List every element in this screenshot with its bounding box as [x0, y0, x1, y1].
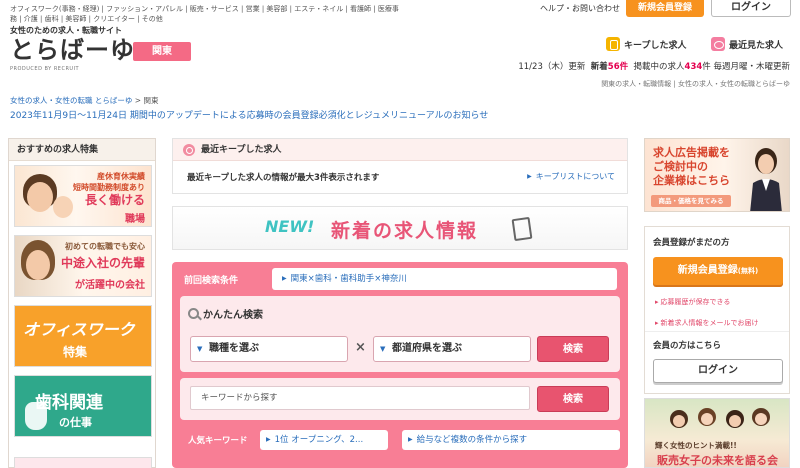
eye-icon	[711, 37, 725, 51]
member-register-box: 会員登録がまだの方 新規会員登録(無料) 応募履歴が保存できる 新着求人情報をメ…	[644, 226, 790, 394]
site-tagline: 女性のための求人・転職サイト	[10, 26, 122, 35]
women-group-image	[670, 408, 770, 428]
memo-icon	[511, 216, 533, 242]
popular-keywords-row: 人気キーワード 1位 オープニング、2... 給与など複数の条件から探す	[180, 428, 620, 452]
popular-keywords-label: 人気キーワード	[188, 436, 248, 446]
recent-kept-text: 最近キープした求人の情報が最大3件表示されます	[187, 173, 380, 183]
logo-subtitle: PRODUCED BY RECRUIT	[10, 66, 80, 72]
sales-women-title: 販売女子の未来を語る会	[657, 454, 778, 467]
keyword-input[interactable]: キーワードから探す	[190, 386, 530, 410]
keep-icon	[606, 37, 620, 51]
new-jobs-banner[interactable]: NEW! 新着の求人情報	[172, 206, 628, 250]
advertiser-price-button: 商品・価格を見てみる	[651, 195, 731, 207]
login-button-top[interactable]: ログイン	[711, 0, 791, 17]
new-count: 56件	[607, 62, 629, 72]
new-jobs-title: 新着の求人情報	[331, 220, 479, 242]
popular-keyword-1[interactable]: 1位 オープニング、2...	[260, 430, 388, 450]
register-button[interactable]: 新規会員登録(無料)	[653, 257, 783, 285]
recent-kept-header: 最近キープした求人	[173, 139, 627, 161]
notice-link[interactable]: 2023年11月9日〜11月24日 期間中のアップデートによる応募時の会員登録必…	[10, 108, 488, 121]
search-panel: 前回検索条件 関東×歯科・歯科助手×神奈川 かんたん検索 職種を選ぶ × 都道府…	[172, 262, 628, 468]
header-meta: 関東の求人・転職情報 | 女性の求人・女性の転職とらばーゆ	[601, 80, 790, 88]
update-info: 11/23（木）更新 新着56件 掲載中の求人434件 毎週月曜・木曜更新	[518, 60, 790, 72]
keyword-search-button[interactable]: 検索	[537, 386, 609, 412]
woman-face	[26, 250, 50, 280]
new-label: 新着	[590, 62, 608, 72]
easy-search-box: かんたん検索 職種を選ぶ × 都道府県を選ぶ 検索	[180, 296, 620, 372]
banner-office-title: オフィスワーク	[23, 320, 135, 339]
region-badge[interactable]: 関東	[133, 42, 191, 61]
listed-count: 434	[684, 62, 703, 72]
listed-suffix: 件 毎週月曜・木曜更新	[702, 62, 790, 72]
kept-jobs-link[interactable]: キープした求人	[606, 37, 686, 51]
banner-mid-career[interactable]: 初めての転職でも安心 中途入社の先輩 が活躍中の会社	[14, 235, 152, 297]
banner-text-2: 中途入社の先輩	[60, 256, 145, 270]
advertiser-banner[interactable]: 求人広告掲載を ご検討中の 企業様はこちら 商品・価格を見てみる	[644, 138, 790, 212]
register-free-label: (無料)	[737, 267, 759, 275]
keyword-search-box: キーワードから探す 検索	[180, 378, 620, 420]
woman-face	[27, 182, 53, 212]
breadcrumb-sep: >	[134, 96, 142, 105]
featured-title: おすすめの求人特集	[9, 139, 155, 161]
banner-long-term[interactable]: 産休育休実績 短時間勤務制度あり 長く働ける 職場	[14, 165, 152, 227]
times-mark: ×	[355, 340, 366, 355]
sales-women-small: 輝く女性のヒント満載!!	[655, 441, 737, 450]
magnifier-icon	[188, 308, 199, 319]
recent-jobs-link[interactable]: 最近見た求人	[711, 37, 783, 51]
search-button[interactable]: 検索	[537, 336, 609, 362]
keep-list-link[interactable]: キープリストについて	[527, 171, 615, 182]
breadcrumb-home[interactable]: 女性の求人・女性の転職 とらばーゆ	[10, 96, 132, 105]
update-date: 11/23（木）更新	[518, 62, 586, 72]
featured-jobs-panel: おすすめの求人特集 産休育休実績 短時間勤務制度あり 長く働ける 職場 初めての…	[8, 138, 156, 468]
register-button-top[interactable]: 新規会員登録	[626, 0, 704, 17]
category-links[interactable]: オフィスワーク(事務・経理) | ファッション・アパレル | 販売・サービス |…	[10, 4, 400, 24]
recent-jobs-label: 最近見た求人	[729, 40, 784, 51]
banner-next[interactable]	[14, 457, 152, 468]
banner-text-2: 長く働ける	[84, 193, 145, 207]
merit-mail: 新着求人情報をメールでお届け	[655, 318, 759, 328]
help-link[interactable]: ヘルプ・お問い合わせ	[540, 3, 620, 14]
banner-dental-sub: の仕事	[59, 416, 92, 429]
easy-search-title: かんたん検索	[188, 306, 263, 321]
non-member-title: 会員登録がまだの方	[653, 238, 730, 248]
previous-conditions-label: 前回検索条件	[184, 276, 239, 286]
banner-text-1: 産休育休実績 短時間勤務制度あり	[73, 172, 145, 192]
job-type-select[interactable]: 職種を選ぶ	[190, 336, 348, 362]
site-logo[interactable]: とらばーゆ	[10, 36, 135, 64]
merit-history: 応募履歴が保存できる	[655, 297, 731, 307]
register-label: 新規会員登録	[677, 265, 738, 276]
banner-text-1: 初めての転職でも安心	[65, 242, 145, 251]
listed-label: 掲載中の求人	[633, 62, 685, 72]
recent-kept-box: 最近キープした求人 最近キープした求人の情報が最大3件表示されます キープリスト…	[172, 138, 628, 194]
new-tag: NEW!	[265, 217, 315, 236]
login-button[interactable]: ログイン	[653, 359, 783, 383]
child-face	[53, 196, 73, 218]
advertiser-text: 求人広告掲載を ご検討中の 企業様はこちら	[653, 146, 730, 187]
easy-search-label: かんたん検索	[203, 310, 263, 321]
member-title: 会員の方はこちら	[653, 341, 722, 351]
tag-icon	[183, 144, 195, 156]
banner-text-3: が活躍中の会社	[75, 280, 145, 291]
banner-dental-title: 歯科関連	[35, 393, 103, 413]
banner-office-sub: 特集	[63, 345, 88, 359]
recent-kept-title: 最近キープした求人	[201, 145, 282, 155]
breadcrumb-current: 関東	[143, 96, 159, 105]
breadcrumb: 女性の求人・女性の転職 とらばーゆ > 関東	[10, 95, 158, 106]
member-divider	[645, 331, 789, 332]
banner-text-3: 職場	[125, 214, 145, 225]
prefecture-select[interactable]: 都道府県を選ぶ	[373, 336, 531, 362]
kept-jobs-label: キープした求人	[624, 40, 687, 51]
banner-dental[interactable]: 歯科関連 の仕事	[14, 375, 152, 437]
previous-conditions-link[interactable]: 関東×歯科・歯科助手×神奈川	[272, 268, 617, 290]
banner-office-work[interactable]: オフィスワーク 特集	[14, 305, 152, 367]
multi-condition-link[interactable]: 給与など複数の条件から探す	[402, 430, 620, 450]
businesswoman-image	[750, 148, 782, 211]
sales-women-banner[interactable]: 輝く女性のヒント満載!! 販売女子の未来を語る会	[644, 398, 790, 468]
